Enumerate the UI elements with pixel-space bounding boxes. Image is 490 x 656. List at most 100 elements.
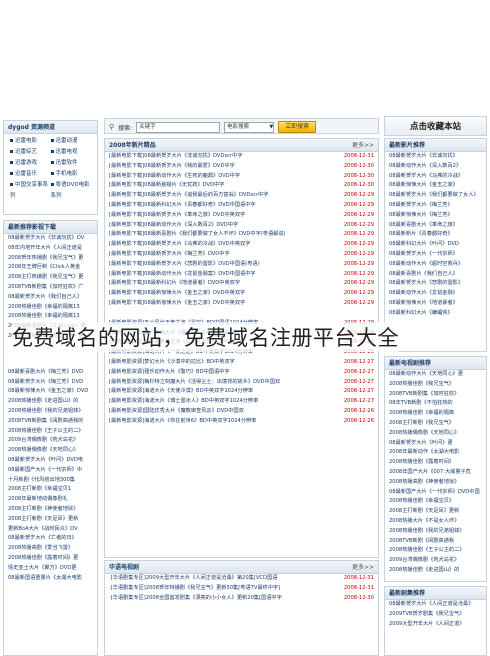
right-mid-item[interactable]: 2008热播佳剧《我的兄弟姐妹》 (385, 527, 486, 537)
left-latest-item[interactable]: 08最新贺岁大片《我们自己人》 (4, 293, 97, 303)
right-top-item[interactable]: 08最新贺岁大片《马弗的冷战》 (385, 172, 486, 182)
right-mid-item[interactable]: 2008主打新剧《天足凤》更新 (385, 507, 486, 517)
category-link[interactable]: 粤语DVD电影系列 (50, 180, 92, 202)
mid-movie-row[interactable]: [最新电影资源]梦幻大片《沙漠中的拉比》BD中英双字 2008-12-27 (105, 358, 378, 368)
left-latest-item[interactable]: 2008TVB新剧集《阅剧高通我的 (4, 417, 97, 427)
right-mid-item[interactable]: 08最新国产大片《一代宗师》DVD中国 (385, 488, 486, 498)
left-latest-item[interactable]: 2008热播偶像剧《天地同心》 (4, 446, 97, 456)
right-mid-item[interactable]: 2008TVB新剧《阅剧高通我 (385, 537, 486, 547)
right-mid-item[interactable]: 2008TVB新剧集《加时狂欢》 (385, 390, 486, 400)
right-top-item[interactable]: 08最新科幻大片《蝙蝠侠》 (385, 309, 486, 319)
tv-row[interactable]: ·[华语剧集专区]2009大型开年大片《人间正道是沧桑》第20集[VCD国语 20… (105, 574, 378, 584)
mid-movie-row[interactable]: [最新电影资源]国陆优秀大片《魔教审查风云》DVD中国双 2008-12-26 (105, 407, 378, 417)
right-mid-item[interactable]: 2008年最新动作《太湖大电影 (385, 448, 486, 458)
right-top-item[interactable]: 08最新贺岁大片《一代宗师》 (385, 250, 486, 260)
right-mid-item[interactable]: 2008热播佳剧《露着时间》 (385, 458, 486, 468)
left-latest-item[interactable]: 更新BoA大片《战时民众》DV (4, 525, 97, 535)
mid-movie-row[interactable]: [最新电影资源]海诺大片《天使冷漠》BD中英双字1024分辨率 2008-12-2… (105, 387, 378, 397)
right-top-item[interactable]: 08最新惊悚大片《金玉之家》 (385, 181, 486, 191)
left-latest-item[interactable]: 2008热播佳剧《幸福的隔离13 (4, 312, 97, 322)
new-movie-row[interactable]: [最新电影下载]08最新科幻大片《青春都好奇》DVD中国语中字 2008-12-2… (105, 201, 378, 211)
left-latest-item[interactable]: 08最新国语重量片《太湖大电影 (4, 574, 97, 584)
new-movie-row[interactable]: [最新电影下载]08最新动作大片《龙鼠金融案》DVD中国语中字 2008-12-2… (105, 270, 378, 280)
right-mid-item[interactable]: 2008热播偶像剧《天地同心》 (385, 429, 486, 439)
new-movie-row[interactable]: [最新电影下载]08最新贺岁大片《非诚勿扰》DVDscr中字 2008-12-31 (105, 152, 378, 162)
left-latest-item[interactable]: 2008TVB新剧集《加时狂欢》广 (4, 283, 97, 293)
left-latest-item[interactable]: 2008主打新剧《幸福宝贝1 (4, 485, 97, 495)
new-movie-row[interactable]: [最新电影下载]08最新喜剧片《我们都要做了女人不坏》DVD中字(粤语解说) 20… (105, 230, 378, 240)
left-latest-item[interactable]: 2008热播佳剧《露着时间》更 (4, 554, 97, 564)
mid-movie-row[interactable]: [最新电影资源]梅杉特立刻魔大片《活得尘土：出境背的故乡》DVD中国双 2008-… (105, 378, 378, 388)
left-latest-item[interactable]: 2008热播佳剧《王子公主的二》 (4, 427, 97, 437)
right-mid-item[interactable]: 08年TVB新剧《不怕狂热的 (385, 399, 486, 409)
right-mid-item[interactable]: 2008热播佳剧《走进国山》的 (385, 566, 486, 576)
right-top-item[interactable]: 08最新贺岁大片《非诚勿扰》 (385, 152, 486, 162)
category-link[interactable]: 迅雷软件 (50, 158, 92, 169)
mid-movie-row[interactable]: [最新电影资源]强乐动作大片《警巧》BD中国语中字 2008-12-27 (105, 368, 378, 378)
right-mid-item[interactable]: 2008主打新剧《我兄宝气》 (385, 419, 486, 429)
right-top-item[interactable]: 08最新惊悚大片《梅兰芳》 (385, 211, 486, 221)
right-top-item[interactable]: 08最新贺岁大片《我们都要做了女人》 (385, 191, 486, 201)
new-movie-row[interactable]: [最新电影下载]08最新动作大片《深入数百2》DVD中字 2008-12-29 (105, 221, 378, 231)
left-latest-item[interactable]: 2008年最新地动偶像剧礼 (4, 495, 97, 505)
new-movie-row[interactable]: [最新电影下载]08最新贺岁大片《悲剧的雷影》DVD中国语(粤语) 2008-12… (105, 260, 378, 270)
category-link[interactable]: 迅雷音乐 (10, 169, 51, 180)
left-latest-item[interactable]: 08最新贺岁大片《叶问》DVD电 (4, 456, 97, 466)
tv-more-link[interactable]: 更多>> (352, 561, 374, 574)
category-link[interactable]: 迅雷游戏 (10, 158, 51, 169)
left-latest-item[interactable]: 十月新剧《代风结出地300集 (4, 476, 97, 486)
right-mid-item[interactable]: 2008热播佳剧《幸福宝贝》 (385, 497, 486, 507)
right-mid-item[interactable]: 08最新贺岁大片《叶问》更 (385, 439, 486, 449)
new-movies-more-link[interactable]: 更多>> (352, 139, 374, 152)
new-movie-row[interactable]: [最新电影下载]08最新贺岁大片《追我最后的百万富翁》DVDscr中字 2008-… (105, 191, 378, 201)
left-latest-item[interactable]: 2008贺年热播剧《我兄宝气》更 (4, 254, 97, 264)
new-movie-row[interactable]: [最新电影下载]08最新惊悚大片《金玉之家》DVD中英双字 2008-12-29 (105, 299, 378, 309)
new-movie-row[interactable]: [最新电影下载]08最新贺岁大片《革命之旅》DVD中英双字 2008-12-29 (105, 211, 378, 221)
right-top-item[interactable]: 08最新贺岁大片《梅兰芳》 (385, 201, 486, 211)
right-top-item[interactable]: 08最新喜剧大片《革命之旅》 (385, 221, 486, 231)
right-mid-item[interactable]: 2008热播佳剧《我兄宝气》 (385, 380, 486, 390)
mid-movie-row[interactable]: [最新电影资源]海诺大片《博士雷冰人》BD中英双字1024分辨率 2008-12-… (105, 397, 378, 407)
category-link[interactable]: 迅雷动漫 (50, 136, 92, 147)
right-top-item[interactable]: 08最新新片《青春都好奇》 (385, 230, 486, 240)
category-link[interactable]: 迅雷电影 (10, 136, 51, 147)
right-top-item[interactable]: 08最新动作大片《深入数百2》 (385, 162, 486, 172)
right-bottom-item[interactable]: 2009大型开年大片《人间正道》 (385, 620, 486, 630)
right-bottom-item[interactable]: 08最新贺岁大片《人间正道是沧桑》 (385, 600, 486, 610)
left-latest-item[interactable]: 2008热播佳剧《走进国山》的 (4, 397, 97, 407)
right-mid-item[interactable]: 08最新动作大片《天地同心》更 (385, 370, 486, 380)
search-input[interactable]: 关键字 (136, 121, 221, 133)
right-mid-item[interactable]: 2008热播佳剧《王子公主的二》 (385, 546, 486, 556)
right-top-item[interactable]: 08最新科幻大片《叶问》DVD (385, 240, 486, 250)
left-latest-item[interactable]: 2008主打新剧《神使者地狱》 (4, 505, 97, 515)
left-latest-item[interactable]: 情史亚士大片《聚方》DVD更 (4, 564, 97, 574)
category-link[interactable]: 迅雷综艺 (10, 147, 51, 158)
right-top-item[interactable]: 08最新动作大片《超时空救兵》 (385, 260, 486, 270)
left-latest-item[interactable]: 2008主打热播剧《我兄宝气》更 (4, 273, 97, 283)
right-mid-item[interactable]: 2008热播佳剧《幸福的隔离 (385, 409, 486, 419)
left-latest-item[interactable]: 08最新贺岁大片《亡者的日》 (4, 534, 97, 544)
search-button[interactable]: 立即搜索 (278, 121, 317, 133)
new-movie-row[interactable]: [最新电影下载]08最新贺岁大片《梅兰芳》DVD中字 2008-12-29 (105, 250, 378, 260)
right-mid-item[interactable]: 2009台湾偶像剧《荒犬岛花》 (385, 556, 486, 566)
right-mid-item[interactable]: 2008热播高剧《神使者地狱》 (385, 478, 486, 488)
left-latest-item[interactable]: 2008热播佳剧《幸福的隔离13 (4, 303, 97, 313)
favorite-panel[interactable]: 点击收藏本站 (384, 116, 487, 136)
left-latest-item[interactable]: 08最新惊悚大片《金玉之家》DVD (4, 387, 97, 397)
new-movie-row[interactable]: [最新电影下载]08最新悬疑片《无忧药》DVD中字 2008-12-30 (105, 181, 378, 191)
left-latest-item[interactable]: 08最新贺岁大片《非诚勿扰》DV (4, 234, 97, 244)
new-movie-row[interactable]: [最新电影下载]08最新科幻片《地道暴者》DVD中英双字 2008-12-29 (105, 279, 378, 289)
right-top-item[interactable]: 08最新惊悚大片《地道暴者》 (385, 299, 486, 309)
new-movie-row[interactable]: [最新电影下载]08最新贺岁大片《马弗的冷战》DVD中英双字 2008-12-29 (105, 240, 378, 250)
tv-row[interactable]: ·[华语剧集专区]2008全国首发剧集《漂亮的小小女人》更新20集[国语中字 20… (105, 594, 378, 604)
right-top-item[interactable]: 08最新动作大片《龙鼠金融》 (385, 289, 486, 299)
new-movie-row[interactable]: [最新电影下载]08最新惊悚大片《金玉之家》DVD中英双字 2008-12-29 (105, 289, 378, 299)
favorite-title[interactable]: 点击收藏本站 (385, 117, 486, 135)
new-movie-row[interactable]: [最新电影下载]08最新动作大片《生死的鹿鼎》DVD中字 2008-12-30 (105, 172, 378, 182)
left-latest-item[interactable]: 2008年王牌巨制《Click人黄金 (4, 263, 97, 273)
left-latest-item[interactable]: 08年内地开年大片《人间正道是 (4, 244, 97, 254)
right-bottom-item[interactable]: 2009TVB贺岁剧集《我兄宝气》 (385, 610, 486, 620)
category-link[interactable]: 中国交享事系列 (10, 180, 51, 202)
left-latest-item[interactable]: 2009台湾偶像剧《荒犬岛花》 (4, 436, 97, 446)
left-latest-item[interactable]: 08最新贺岁大片《梅兰芳》DVD (4, 378, 97, 388)
